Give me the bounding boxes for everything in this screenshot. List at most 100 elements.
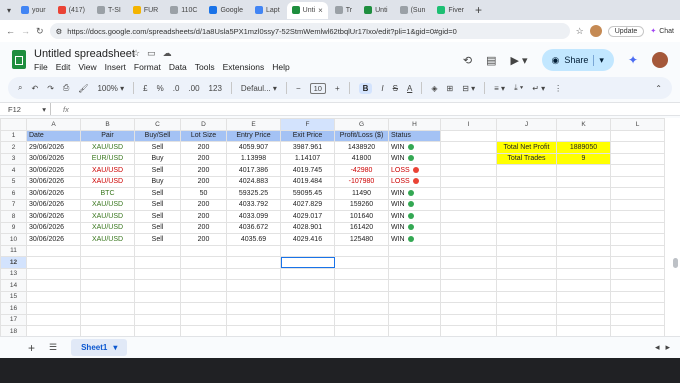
cell[interactable] [26,256,81,269]
column-title-cell[interactable]: Exit Price [280,129,335,142]
cell[interactable] [80,302,135,315]
cell[interactable] [610,290,665,303]
cell[interactable] [134,290,181,303]
status-cell[interactable]: WIN [388,233,441,246]
italic-button[interactable]: I [381,84,383,93]
status-cell[interactable]: LOSS [388,175,441,188]
cell[interactable] [556,210,611,223]
cell[interactable] [610,267,665,280]
pair-cell[interactable]: BTC [80,187,135,200]
cell[interactable] [610,325,665,336]
percent-format-button[interactable]: % [157,84,164,93]
total-trades-label[interactable]: Total Trades [496,152,557,165]
column-header-i[interactable]: I [440,118,497,131]
comments-icon[interactable]: ▤ [486,54,496,67]
cell[interactable] [280,313,335,326]
cell[interactable] [556,198,611,211]
cell[interactable] [556,267,611,280]
cell[interactable] [280,325,335,336]
column-header-c[interactable]: C [134,118,181,131]
side-cell[interactable]: Buy [134,152,181,165]
side-cell[interactable]: Sell [134,187,181,200]
entry-price-cell[interactable]: 59325.25 [226,187,281,200]
cell[interactable] [388,290,441,303]
cell[interactable] [556,233,611,246]
document-title[interactable]: Untitled spreadsheet [34,48,135,60]
profit-loss-cell[interactable]: 159260 [334,198,389,211]
cell[interactable] [226,325,281,336]
lot-cell[interactable]: 200 [180,164,227,177]
cell[interactable] [280,290,335,303]
cell[interactable] [556,244,611,257]
row-header-8[interactable]: 8 [0,210,27,223]
status-cell[interactable]: WIN [388,210,441,223]
undo-icon[interactable]: ↶ [31,84,38,93]
cell[interactable] [134,325,181,336]
menu-file[interactable]: File [34,62,48,72]
date-cell[interactable]: 30/06/2026 [26,198,81,211]
more-options-icon[interactable]: ⋮ [554,84,562,93]
cell[interactable] [610,279,665,292]
cell[interactable] [440,233,497,246]
exit-price-cell[interactable]: 4019.484 [280,175,335,188]
profit-loss-cell[interactable]: -107980 [334,175,389,188]
cell[interactable] [180,267,227,280]
selected-cell-f12[interactable] [280,256,335,269]
cell[interactable] [496,313,557,326]
cell[interactable] [80,313,135,326]
exit-price-cell[interactable]: 4028.901 [280,221,335,234]
menu-view[interactable]: View [78,62,96,72]
cell[interactable] [388,256,441,269]
cell[interactable] [496,187,557,200]
row-header-1[interactable]: 1 [0,129,27,142]
side-cell[interactable]: Buy [134,175,181,188]
collapse-toolbar-icon[interactable]: ⌃ [655,84,662,93]
entry-price-cell[interactable]: 4024.883 [226,175,281,188]
exit-price-cell[interactable]: 4029.017 [280,210,335,223]
column-title-cell[interactable]: Lot Size [180,129,227,142]
profit-loss-cell[interactable]: 1438920 [334,141,389,154]
profit-loss-cell[interactable]: -42980 [334,164,389,177]
cell[interactable] [334,313,389,326]
entry-price-cell[interactable]: 4036.672 [226,221,281,234]
cell[interactable] [610,175,665,188]
browser-tab[interactable]: Lapt [250,2,285,19]
lot-cell[interactable]: 200 [180,152,227,165]
currency-format-button[interactable]: £ [143,84,147,93]
side-cell[interactable]: Sell [134,141,181,154]
cell[interactable] [180,313,227,326]
menu-format[interactable]: Format [134,62,161,72]
cell[interactable] [556,175,611,188]
cell[interactable] [80,290,135,303]
browser-tab[interactable]: FUR [128,2,163,19]
merge-cells-icon[interactable]: ⊟ ▾ [462,84,475,93]
column-title-cell[interactable]: Status [388,129,441,142]
row-header-14[interactable]: 14 [0,279,27,292]
text-wrap-icon[interactable]: ↵ ▾ [532,84,545,93]
exit-price-cell[interactable]: 3987.961 [280,141,335,154]
date-cell[interactable]: 30/06/2026 [26,210,81,223]
lot-cell[interactable]: 50 [180,187,227,200]
cell[interactable] [440,175,497,188]
menu-tools[interactable]: Tools [195,62,215,72]
lot-cell[interactable]: 200 [180,233,227,246]
pair-cell[interactable]: XAU/USD [80,141,135,154]
cell[interactable] [496,244,557,257]
cell[interactable] [440,129,497,142]
vertical-align-icon[interactable]: ⤓ ▾ [514,83,523,93]
date-cell[interactable]: 30/06/2026 [26,152,81,165]
cell[interactable] [280,302,335,315]
cell[interactable] [26,313,81,326]
cell[interactable] [80,256,135,269]
text-color-button[interactable]: A [407,84,412,93]
cell[interactable] [334,267,389,280]
cell[interactable] [334,325,389,336]
cell[interactable] [226,256,281,269]
menu-insert[interactable]: Insert [105,62,126,72]
cell[interactable] [496,221,557,234]
cell[interactable] [388,313,441,326]
cell[interactable] [388,267,441,280]
column-header-l[interactable]: L [610,118,665,131]
cell[interactable] [280,267,335,280]
version-history-icon[interactable]: ⟲ [463,54,472,67]
